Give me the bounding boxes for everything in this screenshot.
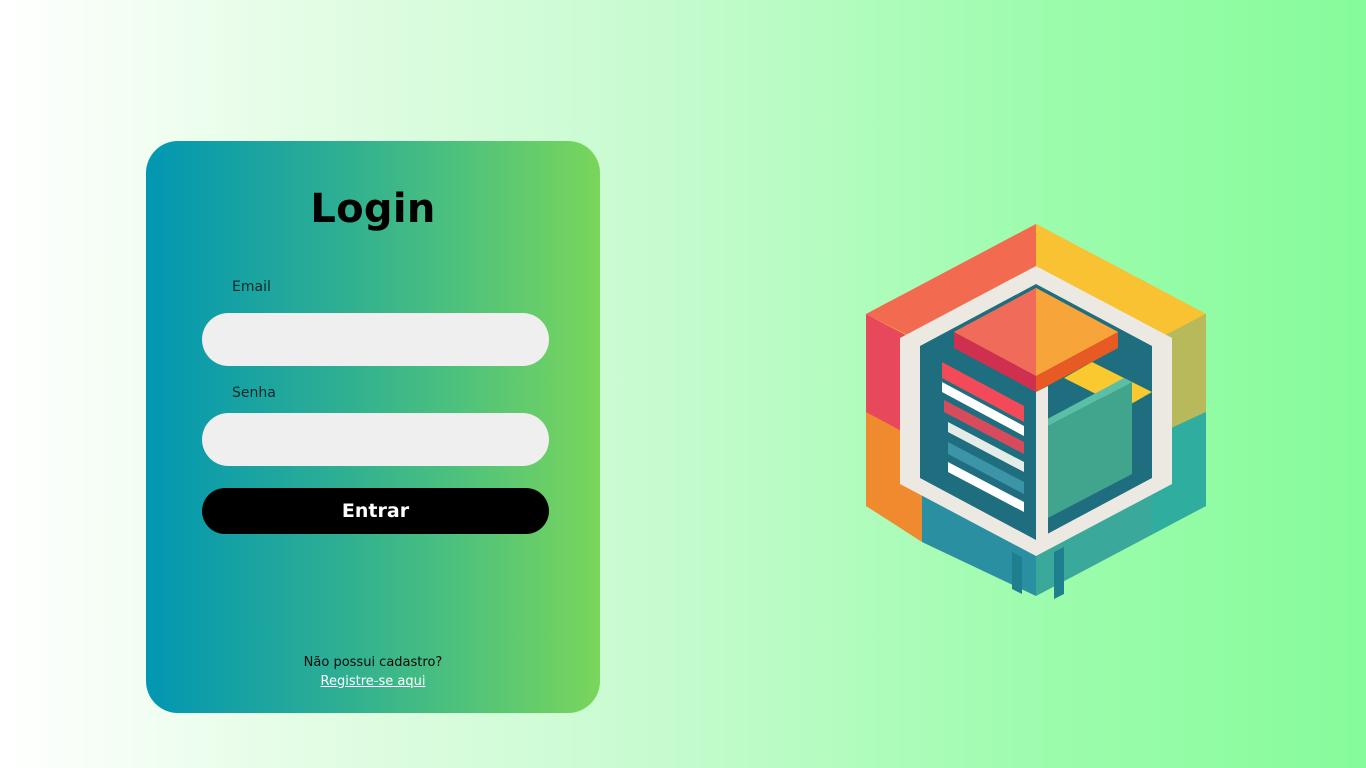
email-label: Email (232, 279, 271, 295)
password-label: Senha (232, 385, 276, 401)
login-submit-button[interactable]: Entrar (202, 488, 549, 534)
no-account-text: Não possui cadastro? (303, 655, 443, 670)
register-link[interactable]: Registre-se aqui (321, 674, 426, 689)
register-link-wrapper: Registre-se aqui (146, 674, 600, 690)
login-title: Login (310, 186, 436, 232)
email-input[interactable] (202, 313, 549, 366)
password-input[interactable] (202, 413, 549, 466)
isometric-cube-logo-icon (866, 224, 1206, 599)
login-card: Login Email Senha Entrar Não possui cada… (146, 141, 600, 713)
